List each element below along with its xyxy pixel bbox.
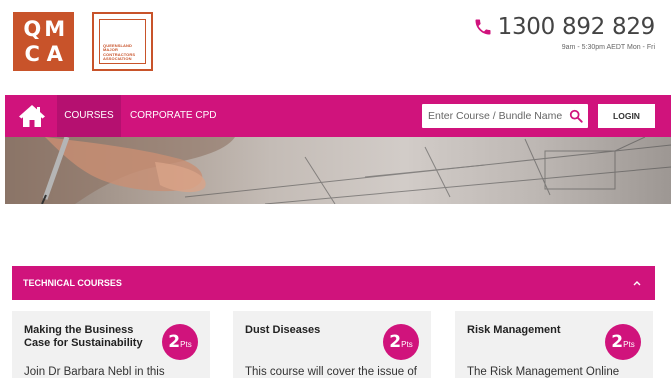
- logo-letter: A: [46, 41, 63, 66]
- course-card[interactable]: Making the Business Case for Sustainabil…: [12, 311, 210, 378]
- points-value: 2: [611, 332, 624, 352]
- logo-letter: Q: [23, 17, 42, 41]
- course-title[interactable]: Making the Business Case for Sustainabil…: [24, 324, 154, 350]
- course-search: [422, 104, 588, 128]
- cpd-points-badge: 2Pts: [162, 324, 198, 360]
- phone-icon: [475, 19, 491, 35]
- office-hours: 9am - 5:30pm AEDT Mon - Fri: [561, 44, 655, 51]
- search-input[interactable]: [422, 104, 562, 128]
- site-header: Q M C A QUEENSLAND MAJOR CONTRACTORS ASS…: [0, 0, 671, 93]
- logo-letter: M: [44, 17, 66, 41]
- association-line: ASSOCIATION: [103, 56, 132, 62]
- hero-illustration: [5, 137, 671, 204]
- hero-banner-image: [5, 137, 671, 204]
- chevron-up-icon[interactable]: [632, 278, 642, 288]
- accordion-title: TECHNICAL COURSES: [23, 278, 122, 288]
- course-title[interactable]: Dust Diseases: [245, 324, 375, 337]
- nav-courses[interactable]: COURSES: [57, 95, 121, 137]
- association-logo[interactable]: QUEENSLAND MAJOR CONTRACTORS ASSOCIATION: [92, 12, 153, 71]
- course-title[interactable]: Risk Management: [467, 324, 597, 337]
- course-card[interactable]: Risk Management 2Pts The Risk Management…: [455, 311, 653, 378]
- logo-letter: C: [24, 41, 40, 66]
- points-unit: Pts: [623, 340, 635, 349]
- phone-number[interactable]: 1300 892 829: [498, 14, 656, 40]
- home-icon[interactable]: [18, 104, 46, 128]
- points-unit: Pts: [180, 340, 192, 349]
- phone-row: 1300 892 829: [473, 14, 655, 40]
- points-value: 2: [168, 332, 181, 352]
- course-description: Join Dr Barbara Nebl in this: [24, 366, 165, 378]
- nav-corporate-cpd[interactable]: CORPORATE CPD: [130, 95, 217, 137]
- course-description: This course will cover the issue of: [245, 366, 417, 378]
- main-navbar: COURSES CORPORATE CPD LOGIN: [5, 95, 671, 137]
- cpd-points-badge: 2Pts: [605, 324, 641, 360]
- course-description: The Risk Management Online: [467, 366, 620, 378]
- qmca-logo[interactable]: Q M C A: [13, 12, 74, 71]
- technical-courses-accordion[interactable]: TECHNICAL COURSES: [12, 266, 655, 300]
- cpd-points-badge: 2Pts: [383, 324, 419, 360]
- points-unit: Pts: [401, 340, 413, 349]
- association-logo-frame: QUEENSLAND MAJOR CONTRACTORS ASSOCIATION: [99, 19, 146, 64]
- search-icon[interactable]: [569, 109, 583, 123]
- course-card[interactable]: Dust Diseases 2Pts This course will cove…: [233, 311, 431, 378]
- contact-phone: 1300 892 829 9am - 5:30pm AEDT Mon - Fri: [473, 14, 655, 51]
- points-value: 2: [389, 332, 402, 352]
- login-button[interactable]: LOGIN: [598, 104, 655, 128]
